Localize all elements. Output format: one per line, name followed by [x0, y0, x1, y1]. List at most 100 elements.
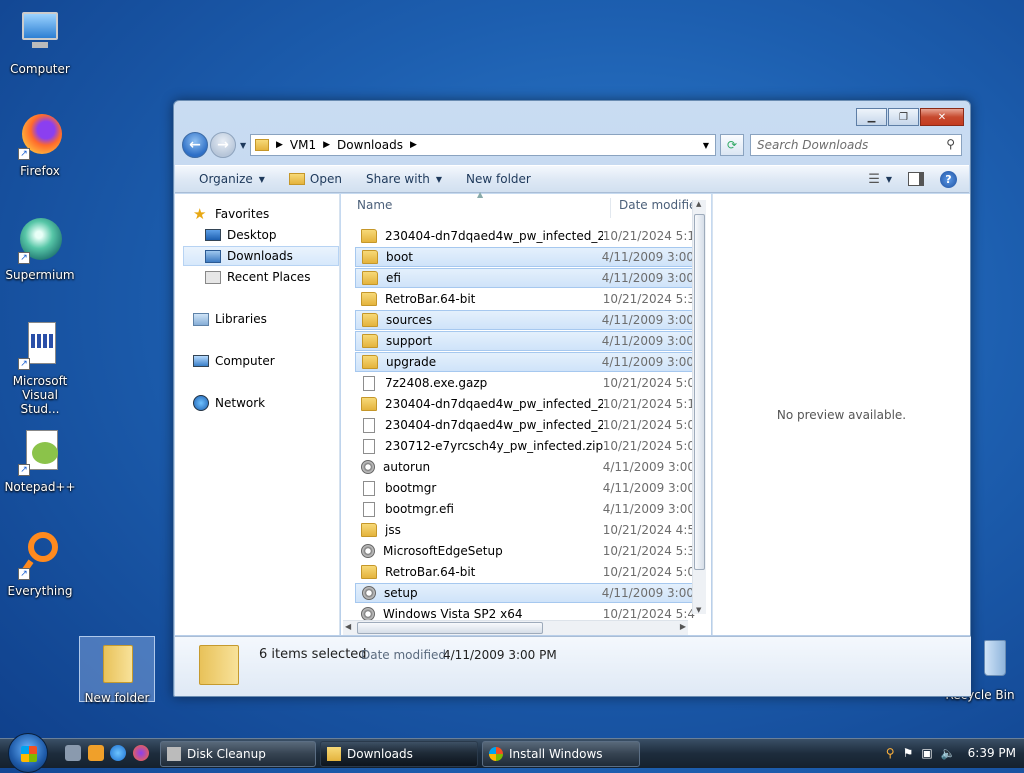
desktop-icon-everything[interactable]: ↗ Everything	[2, 532, 78, 598]
details-date-value: 4/11/2009 3:00 PM	[443, 648, 557, 662]
network-icon	[193, 395, 209, 411]
refresh-button[interactable]: ⟳	[720, 134, 744, 156]
preview-pane: No preview available.	[712, 194, 970, 635]
show-desktop-icon[interactable]	[65, 745, 81, 761]
breadcrumb-chevron-icon[interactable]: ▶	[323, 140, 330, 150]
file-row[interactable]: sources 4/11/2009 3:00	[355, 310, 695, 330]
file-row[interactable]: RetroBar.64-bit 10/21/2024 5:0	[355, 562, 695, 582]
file-row[interactable]: RetroBar.64-bit 10/21/2024 5:3	[355, 289, 695, 309]
file-row[interactable]: 7z2408.exe.gazp 10/21/2024 5:0	[355, 373, 695, 393]
file-name: RetroBar.64-bit	[385, 565, 476, 579]
desktop-icon-computer[interactable]: Computer	[2, 10, 78, 76]
breadcrumb-chevron-icon[interactable]: ▶	[410, 140, 417, 150]
folder-icon	[255, 139, 269, 151]
media-player-icon[interactable]	[88, 745, 104, 761]
nav-desktop[interactable]: Desktop	[205, 225, 277, 245]
scroll-down-icon[interactable]: ▼	[696, 606, 701, 614]
maximize-button[interactable]: ❐	[888, 108, 919, 126]
details-date-label: Date modified:	[361, 648, 451, 662]
desktop-icon-new-folder[interactable]: New folder	[79, 636, 155, 705]
task-install-windows[interactable]: Install Windows	[482, 741, 640, 767]
scroll-right-icon[interactable]: ▶	[680, 622, 686, 631]
organize-button[interactable]: Organize ▼	[187, 172, 277, 186]
recent-pages-dropdown[interactable]: ▼	[240, 141, 246, 150]
volume-icon[interactable]: 🔈	[941, 746, 956, 760]
address-dropdown-icon[interactable]: ▼	[703, 141, 709, 150]
file-name: upgrade	[386, 355, 437, 369]
new-folder-label: New folder	[466, 172, 531, 186]
forward-button[interactable]: →	[210, 132, 236, 158]
file-row[interactable]: 230712-e7yrcsch4y_pw_infected.zip.gazp10…	[355, 436, 695, 456]
file-name: MicrosoftEdgeSetup	[383, 544, 503, 558]
file-row[interactable]: 230404-dn7dqaed4w_pw_infected_2 10/21/202…	[355, 226, 695, 246]
open-button[interactable]: Open	[277, 172, 354, 186]
action-center-flag-icon[interactable]: ⚑	[903, 746, 914, 760]
breadcrumb-vm1[interactable]: VM1	[290, 138, 316, 152]
desktop-icon-label: Computer	[10, 62, 70, 76]
nav-computer[interactable]: Computer	[193, 351, 275, 371]
clock[interactable]: 6:39 PM	[968, 746, 1016, 760]
column-header-date[interactable]: Date modified	[619, 198, 699, 218]
file-date: 10/21/2024 5:0	[602, 376, 695, 390]
file-row[interactable]: jss 10/21/2024 4:5	[355, 520, 695, 540]
search-input[interactable]: Search Downloads ⚲	[750, 134, 962, 156]
file-row[interactable]: boot 4/11/2009 3:00	[355, 247, 695, 267]
file-row[interactable]: support 4/11/2009 3:00	[355, 331, 695, 351]
file-row[interactable]: setup 4/11/2009 3:00	[355, 583, 695, 603]
nav-downloads[interactable]: Downloads	[183, 246, 339, 266]
search-icon[interactable]: ⚲	[946, 137, 955, 151]
star-icon: ★	[193, 205, 207, 223]
file-row[interactable]: efi 4/11/2009 3:00	[355, 268, 695, 288]
desktop-icon-firefox[interactable]: ↗ Firefox	[2, 112, 78, 178]
nav-label: Recent Places	[227, 270, 311, 284]
vertical-scroll-thumb[interactable]	[694, 214, 705, 570]
horizontal-scroll-thumb[interactable]	[357, 622, 543, 634]
share-with-button[interactable]: Share with ▼	[354, 172, 454, 186]
file-row[interactable]: autorun 4/11/2009 3:00	[355, 457, 695, 477]
firefox-icon[interactable]	[133, 745, 149, 761]
nav-libraries[interactable]: Libraries	[193, 309, 267, 329]
column-header-name[interactable]: Name ▲	[357, 190, 611, 218]
network-icon[interactable]: ▣	[921, 746, 932, 760]
file-list[interactable]: Name ▲ Date modified 230404-dn7dqaed4w_p…	[341, 190, 711, 635]
task-disk-cleanup[interactable]: Disk Cleanup	[160, 741, 316, 767]
column-label: Date modified	[619, 198, 699, 212]
start-button[interactable]	[8, 733, 48, 773]
explorer-window[interactable]: ▁ ❐ ✕ ← → ▼ ▶ VM1 ▶ Downloads ▶ ▼ ⟳ Sear…	[173, 100, 971, 697]
new-folder-button[interactable]: New folder	[454, 172, 543, 186]
search-icon[interactable]: ⚲	[886, 746, 895, 760]
file-row[interactable]: bootmgr 4/11/2009 3:00	[355, 478, 695, 498]
desktop-icon-notepadpp[interactable]: ↗ Notepad++	[2, 428, 78, 494]
dropdown-arrow-icon: ▼	[435, 174, 443, 184]
close-button[interactable]: ✕	[920, 108, 964, 126]
desktop-icon-visual-studio[interactable]: ↗ Microsoft Visual Stud...	[2, 322, 78, 416]
file-date: 10/21/2024 5:0	[602, 565, 695, 579]
file-name: jss	[385, 523, 401, 537]
view-options-button[interactable]: ☰ ▼	[862, 172, 898, 187]
desktop-icon-supermium[interactable]: ↗ Supermium	[2, 216, 78, 282]
nav-network[interactable]: Network	[193, 393, 265, 413]
minimize-button[interactable]: ▁	[856, 108, 887, 126]
internet-explorer-icon[interactable]	[110, 745, 126, 761]
preview-pane-button[interactable]	[898, 172, 934, 186]
breadcrumb-downloads[interactable]: Downloads	[337, 138, 403, 152]
task-downloads[interactable]: Downloads	[320, 741, 478, 767]
address-bar[interactable]: ▶ VM1 ▶ Downloads ▶ ▼	[250, 134, 716, 156]
desktop-icon-label: Supermium	[5, 268, 75, 282]
file-row[interactable]: bootmgr.efi 4/11/2009 3:00	[355, 499, 695, 519]
help-button[interactable]: ?	[934, 170, 969, 188]
horizontal-scrollbar[interactable]: ◀ ▶	[343, 620, 688, 635]
folder-icon	[362, 250, 378, 264]
file-row[interactable]: MicrosoftEdgeSetup 10/21/2024 5:3	[355, 541, 695, 561]
scroll-up-icon[interactable]: ▲	[696, 200, 701, 208]
nav-favorites[interactable]: ★ Favorites	[193, 204, 269, 224]
vertical-scrollbar[interactable]: ▲ ▼	[692, 200, 706, 614]
folder-icon	[93, 639, 141, 687]
nav-recent-places[interactable]: Recent Places	[205, 267, 310, 287]
file-row[interactable]: upgrade 4/11/2009 3:00	[355, 352, 695, 372]
back-button[interactable]: ←	[182, 132, 208, 158]
file-row[interactable]: 230404-dn7dqaed4w_pw_infected_2 10/21/202…	[355, 394, 695, 414]
breadcrumb-chevron-icon[interactable]: ▶	[276, 140, 283, 150]
scroll-left-icon[interactable]: ◀	[345, 622, 351, 631]
file-row[interactable]: 230404-dn7dqaed4w_pw_infected_2.zip.g...…	[355, 415, 695, 435]
